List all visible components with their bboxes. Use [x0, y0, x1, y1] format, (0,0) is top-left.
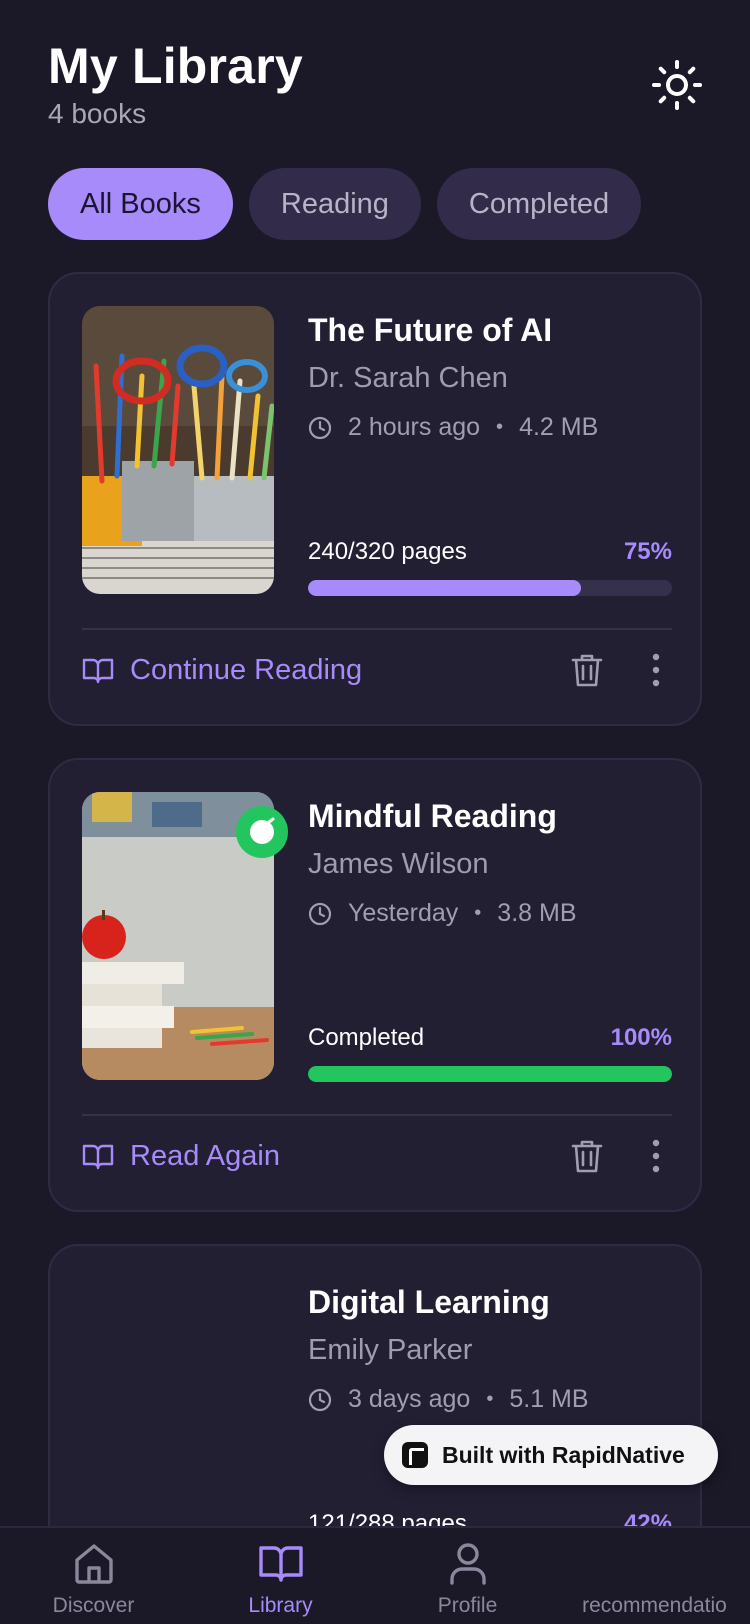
- book-time: 3 days ago: [348, 1385, 471, 1413]
- book-card[interactable]: The Future of AI Dr. Sarah Chen 2 hours …: [48, 272, 702, 726]
- book-cover-placeholder: [82, 1278, 274, 1566]
- action-label: Read Again: [130, 1139, 280, 1172]
- book-info: Digital Learning Emily Parker 3 days ago…: [308, 1282, 672, 1414]
- book-size: 5.1 MB: [509, 1385, 589, 1413]
- separator-dot: •: [474, 902, 482, 924]
- book-info: Mindful Reading James Wilson Yesterday •…: [308, 796, 672, 928]
- progress-label: 240/320 pages: [308, 538, 467, 565]
- book-title: The Future of AI: [308, 312, 553, 348]
- book-open-icon: [82, 658, 114, 684]
- built-with-label: Built with RapidNative: [442, 1441, 685, 1468]
- continue-reading-button[interactable]: Continue Reading: [82, 646, 362, 694]
- more-vertical-icon[interactable]: [650, 1138, 662, 1174]
- progress-label: Completed: [308, 1024, 425, 1051]
- progress-bar-fill: [308, 1066, 672, 1082]
- header: My Library 4 books: [48, 36, 303, 130]
- filter-tabs: All Books Reading Completed: [48, 168, 642, 240]
- book-card[interactable]: Mindful Reading James Wilson Yesterday •…: [48, 758, 702, 1212]
- nav-icon-placeholder: [632, 1540, 678, 1586]
- action-label: Continue Reading: [130, 653, 363, 686]
- read-again-button[interactable]: Read Again: [82, 1132, 280, 1180]
- nav-label: recommendatio: [582, 1594, 727, 1617]
- home-icon: [74, 1544, 113, 1584]
- book-cover-image: [82, 306, 274, 594]
- book-author: Dr. Sarah Chen: [308, 362, 508, 394]
- book-author: Emily Parker: [308, 1334, 473, 1366]
- book-title: Digital Learning: [308, 1284, 550, 1320]
- book-meta: Yesterday • 3.8 MB: [308, 899, 672, 928]
- rapidnative-logo-icon: [402, 1442, 428, 1468]
- separator-dot: •: [486, 1388, 494, 1410]
- progress-bar-fill: [308, 580, 581, 596]
- page-title: My Library: [48, 38, 303, 94]
- progress-bar: [308, 1066, 672, 1082]
- nav-label: Profile: [437, 1594, 498, 1617]
- tab-all-books[interactable]: All Books: [48, 168, 233, 240]
- progress-percent: 100%: [610, 1024, 672, 1051]
- nav-recommendations[interactable]: recommendatio: [561, 1540, 748, 1618]
- card-divider: [82, 628, 672, 630]
- book-author: James Wilson: [308, 848, 489, 880]
- book-info: The Future of AI Dr. Sarah Chen 2 hours …: [308, 310, 672, 442]
- clock-icon: [308, 902, 332, 925]
- separator-dot: •: [496, 416, 504, 438]
- tab-completed[interactable]: Completed: [436, 168, 642, 240]
- book-icon: [258, 1546, 303, 1582]
- clock-icon: [308, 1388, 332, 1411]
- progress-row: Completed 100%: [308, 1024, 672, 1052]
- library-screen: My Library 4 books All Books Reading Com…: [0, 0, 750, 1624]
- book-title: Mindful Reading: [308, 798, 557, 834]
- book-meta: 3 days ago • 5.1 MB: [308, 1385, 672, 1414]
- nav-label: Library: [248, 1594, 313, 1617]
- progress-bar: [308, 580, 672, 596]
- card-divider: [82, 1114, 672, 1116]
- sun-icon[interactable]: [652, 60, 702, 110]
- progress-percent: 75%: [623, 538, 672, 565]
- nav-library[interactable]: Library: [187, 1540, 374, 1618]
- trash-icon[interactable]: [570, 1138, 604, 1174]
- book-size: 4.2 MB: [519, 413, 599, 441]
- nav-label: Discover: [52, 1594, 135, 1617]
- user-icon: [449, 1543, 486, 1585]
- book-time: 2 hours ago: [348, 413, 481, 441]
- trash-icon[interactable]: [570, 652, 604, 688]
- bottom-nav: Discover Library Profile recommendatio: [0, 1526, 750, 1624]
- book-count: 4 books: [48, 98, 147, 129]
- check-circle-icon: [250, 817, 275, 844]
- book-open-icon: [82, 1144, 114, 1170]
- more-vertical-icon[interactable]: [650, 652, 662, 688]
- book-time: Yesterday: [348, 899, 459, 927]
- tab-reading[interactable]: Reading: [248, 168, 421, 240]
- book-meta: 2 hours ago • 4.2 MB: [308, 413, 672, 442]
- completed-badge: [236, 806, 288, 858]
- nav-profile[interactable]: Profile: [374, 1540, 561, 1618]
- built-with-badge[interactable]: Built with RapidNative: [384, 1425, 718, 1485]
- nav-discover[interactable]: Discover: [0, 1540, 187, 1618]
- progress-row: 240/320 pages 75%: [308, 538, 672, 566]
- book-size: 3.8 MB: [497, 899, 577, 927]
- clock-icon: [308, 416, 332, 439]
